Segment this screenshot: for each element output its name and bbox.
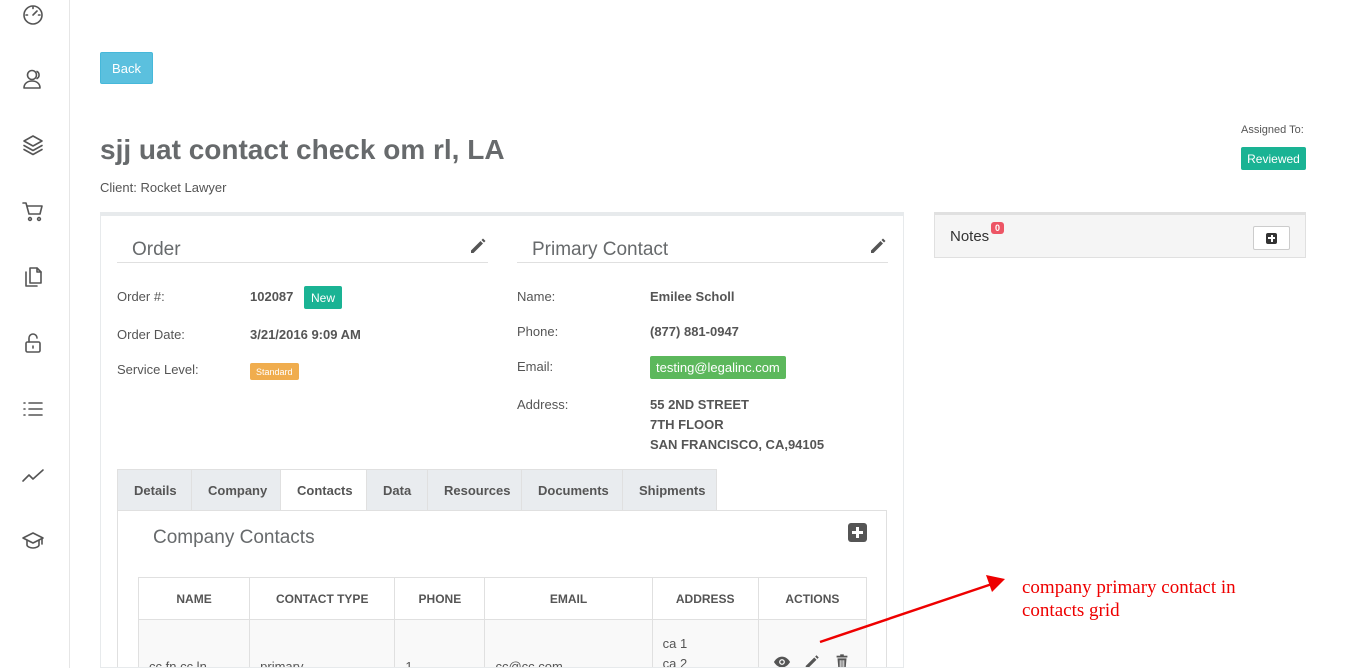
contacts-tab-content: Company Contacts NAME CONTACT TYPE PHONE… — [117, 510, 887, 668]
tab-documents[interactable]: Documents — [521, 469, 622, 511]
contact-address-line: ca 1 — [662, 636, 688, 651]
dashboard-icon[interactable] — [20, 1, 46, 27]
primary-contact-title: Primary Contact — [532, 239, 669, 260]
trend-icon[interactable] — [20, 462, 46, 488]
contact-email-label: Email: — [517, 359, 554, 374]
contact-type-cell: primary — [249, 619, 396, 667]
contact-address-line: ca 2 — [662, 656, 688, 668]
contact-phone-label: Phone: — [517, 324, 559, 339]
company-contacts-title: Company Contacts — [153, 527, 315, 548]
primary-contact-divider — [517, 262, 888, 263]
layers-icon[interactable] — [20, 132, 46, 158]
order-date: 3/21/2016 9:09 AM — [250, 327, 361, 342]
contact-name-cell: cc fn cc ln — [137, 619, 251, 667]
contact-address-line1: 55 2ND STREET — [650, 397, 749, 412]
contact-name: Emilee Scholl — [650, 289, 735, 304]
contact-address-line3: SAN FRANCISCO, CA,94105 — [650, 437, 825, 452]
tab-details[interactable]: Details — [117, 469, 191, 511]
view-eye-icon[interactable] — [772, 652, 792, 667]
table-header-row: NAME CONTACT TYPE PHONE EMAIL ADDRESS AC… — [137, 577, 868, 620]
tab-contacts[interactable]: Contacts — [280, 469, 366, 511]
column-header-email[interactable]: EMAIL — [484, 577, 653, 620]
service-level-label: Service Level: — [117, 362, 199, 377]
order-panel: Order Order #: 102087 New Order Date: 3/… — [100, 212, 904, 668]
edit-order-pencil-icon[interactable] — [468, 236, 488, 256]
service-level-badge: Standard — [250, 363, 299, 380]
users-icon[interactable] — [20, 66, 46, 92]
contact-email-cell: cc@cc.com — [484, 619, 653, 667]
contact-email-badge[interactable]: testing@legalinc.com — [650, 356, 786, 379]
page-title: sjj uat contact check om rl, LA — [100, 134, 505, 165]
unlock-icon[interactable] — [20, 330, 46, 356]
annotation-arrow-icon — [819, 575, 1005, 644]
assigned-to-label: Assigned To: — [1241, 124, 1304, 136]
tab-data[interactable]: Data — [366, 469, 427, 511]
order-status-badge: New — [304, 286, 343, 309]
assigned-status-badge[interactable]: Reviewed — [1241, 147, 1306, 170]
contact-address-line2: 7TH FLOOR — [650, 417, 724, 432]
add-note-button[interactable] — [1253, 226, 1290, 250]
order-number: 102087 — [250, 289, 294, 304]
contact-address-cell: ca 1 ca 2 — [651, 619, 759, 668]
company-contacts-table: NAME CONTACT TYPE PHONE EMAIL ADDRESS AC… — [137, 577, 868, 668]
tab-company[interactable]: Company — [191, 469, 280, 511]
notes-title: Notes — [950, 228, 990, 245]
annotation-text: company primary contact in contacts grid — [1022, 577, 1236, 621]
order-tabs: Details Company Contacts Data Resources … — [117, 469, 717, 511]
order-number-label: Order #: — [117, 289, 165, 304]
contact-address-label: Address: — [517, 397, 569, 412]
notes-panel: Notes 0 — [934, 212, 1306, 258]
order-section-title: Order — [132, 239, 181, 260]
order-divider — [117, 262, 488, 263]
edit-primary-contact-pencil-icon[interactable] — [868, 236, 888, 256]
client-label: Client: Rocket Lawyer — [100, 180, 227, 195]
column-header-contact-type[interactable]: CONTACT TYPE — [249, 577, 396, 620]
notes-count-badge: 0 — [991, 222, 1005, 234]
edit-pencil-icon[interactable] — [802, 652, 822, 667]
cart-icon[interactable] — [20, 198, 46, 224]
back-button[interactable]: Back — [100, 52, 153, 84]
graduation-cap-icon[interactable] — [20, 528, 46, 554]
delete-trash-icon[interactable] — [832, 652, 852, 667]
column-header-name[interactable]: NAME — [137, 577, 251, 620]
table-row: cc fn cc ln primary 1 cc@cc.com ca 1 ca … — [137, 619, 868, 668]
contact-phone-cell: 1 — [394, 619, 486, 667]
tab-resources[interactable]: Resources — [427, 469, 521, 511]
documents-icon[interactable] — [20, 264, 46, 290]
order-date-label: Order Date: — [117, 327, 185, 342]
plus-square-icon — [1266, 232, 1277, 244]
sidebar — [0, 0, 70, 668]
list-icon[interactable] — [20, 396, 46, 422]
contact-name-label: Name: — [517, 289, 556, 304]
column-header-address[interactable]: ADDRESS — [651, 577, 759, 620]
tab-shipments[interactable]: Shipments — [622, 469, 717, 511]
contact-phone: (877) 881-0947 — [650, 324, 739, 339]
column-header-phone[interactable]: PHONE — [394, 577, 486, 620]
add-contact-plus-icon[interactable] — [848, 523, 867, 542]
